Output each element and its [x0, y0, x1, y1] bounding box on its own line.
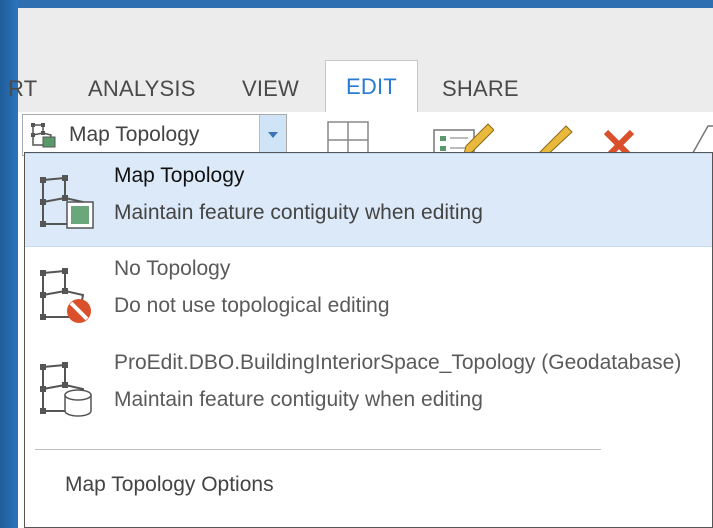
- tab-analysis[interactable]: ANALYSIS: [88, 66, 196, 112]
- menu-item-title: No Topology: [114, 257, 231, 280]
- menu-separator: [35, 449, 601, 450]
- tab-view[interactable]: VIEW: [242, 66, 299, 112]
- tab-insert[interactable]: RT: [8, 66, 37, 112]
- map-topology-options-link[interactable]: Map Topology Options: [65, 473, 274, 497]
- menu-item-description: Maintain feature contiguity when editing: [114, 388, 483, 411]
- no-topology-icon: [35, 265, 95, 330]
- tab-share[interactable]: SHARE: [442, 66, 519, 112]
- chevron-down-icon[interactable]: [259, 115, 286, 155]
- geodatabase-topology-icon: [35, 359, 95, 424]
- menu-item-title: Map Topology: [114, 164, 245, 187]
- ribbon-tabs: RT ANALYSIS VIEW EDIT SHARE: [8, 56, 713, 114]
- topology-dropdown-value: Map Topology: [69, 123, 200, 146]
- title-bar: [18, 8, 713, 56]
- tab-edit[interactable]: EDIT: [325, 60, 418, 114]
- topology-icon: [29, 121, 57, 154]
- menu-item-geodatabase-topology[interactable]: ProEdit.DBO.BuildingInteriorSpace_Topolo…: [25, 341, 712, 433]
- menu-item-description: Do not use topological editing: [114, 294, 390, 317]
- menu-item-map-topology[interactable]: Map Topology Maintain feature contiguity…: [25, 153, 712, 247]
- menu-item-title: ProEdit.DBO.BuildingInteriorSpace_Topolo…: [114, 351, 682, 374]
- map-topology-icon: [35, 172, 95, 237]
- menu-item-description: Maintain feature contiguity when editing: [114, 201, 483, 224]
- topology-dropdown[interactable]: Map Topology: [22, 114, 287, 156]
- topology-dropdown-menu: Map Topology Maintain feature contiguity…: [24, 152, 713, 528]
- menu-item-no-topology[interactable]: No Topology Do not use topological editi…: [25, 247, 712, 339]
